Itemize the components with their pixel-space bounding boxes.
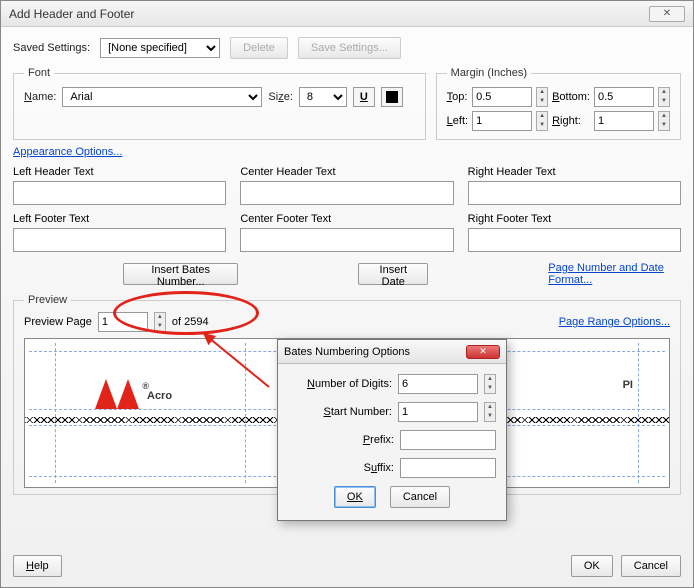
- preview-content: ® Acro: [95, 379, 172, 413]
- spin-icon[interactable]: ▲▼: [658, 87, 670, 107]
- left-header-input[interactable]: [13, 181, 226, 205]
- right-footer-input[interactable]: [468, 228, 681, 252]
- preview-page-label: Preview Page: [24, 316, 92, 328]
- left-header-label: Left Header Text: [13, 166, 226, 178]
- font-fieldset: Font Name: Arial Size: 8 U: [13, 67, 426, 140]
- margin-top-label: Top:: [447, 91, 468, 103]
- digits-input[interactable]: [398, 374, 478, 394]
- save-settings-button[interactable]: Save Settings...: [298, 37, 401, 59]
- preview-content: PI: [623, 379, 633, 391]
- center-footer-input[interactable]: [240, 228, 453, 252]
- header-footer-dialog: Add Header and Footer ✕ Saved Settings: …: [0, 0, 694, 588]
- spin-icon[interactable]: ▲▼: [484, 402, 496, 422]
- margin-top-input[interactable]: [472, 87, 532, 107]
- prefix-label: Prefix:: [302, 434, 394, 446]
- margin-right-label: Right:: [552, 115, 590, 127]
- saved-settings-label: Saved Settings:: [13, 42, 90, 54]
- bates-ok-button[interactable]: OK: [334, 486, 376, 508]
- left-footer-label: Left Footer Text: [13, 213, 226, 225]
- font-name-label: Name:: [24, 91, 56, 103]
- preview-page-input[interactable]: [98, 312, 148, 332]
- page-range-link[interactable]: Page Range Options...: [559, 316, 670, 328]
- center-header-input[interactable]: [240, 181, 453, 205]
- insert-bates-button[interactable]: Insert Bates Number...: [123, 263, 238, 285]
- saved-settings-select[interactable]: [None specified]: [100, 38, 220, 58]
- appearance-options-link[interactable]: Appearance Options...: [13, 146, 122, 158]
- start-label: Start Number:: [300, 406, 392, 418]
- margin-fieldset: Margin (Inches) Top: ▲▼ Bottom: ▲▼ Left:…: [436, 67, 681, 140]
- underline-icon[interactable]: U: [353, 87, 375, 107]
- suffix-input[interactable]: [400, 458, 496, 478]
- center-header-label: Center Header Text: [240, 166, 453, 178]
- cancel-button[interactable]: Cancel: [621, 555, 681, 577]
- help-button[interactable]: Help: [13, 555, 62, 577]
- margin-left-input[interactable]: [472, 111, 532, 131]
- right-header-label: Right Header Text: [468, 166, 681, 178]
- right-footer-label: Right Footer Text: [468, 213, 681, 225]
- prefix-input[interactable]: [400, 430, 496, 450]
- bates-cancel-button[interactable]: Cancel: [390, 486, 450, 508]
- bates-options-dialog: Bates Numbering Options ✕ Number of Digi…: [277, 339, 507, 521]
- titlebar: Add Header and Footer ✕: [1, 1, 693, 27]
- spin-icon[interactable]: ▲▼: [484, 374, 496, 394]
- spin-icon[interactable]: ▲▼: [658, 111, 670, 131]
- spin-icon[interactable]: ▲▼: [536, 111, 548, 131]
- margin-legend: Margin (Inches): [447, 67, 531, 79]
- digits-label: Number of Digits:: [300, 378, 392, 390]
- margin-bottom-label: Bottom:: [552, 91, 590, 103]
- close-icon[interactable]: ✕: [649, 6, 685, 22]
- margin-left-label: Left:: [447, 115, 468, 127]
- preview-legend: Preview: [24, 294, 71, 306]
- start-input[interactable]: [398, 402, 478, 422]
- margin-bottom-input[interactable]: [594, 87, 654, 107]
- adobe-logo-icon: ®: [95, 379, 139, 413]
- preview-total: of 2594: [172, 316, 209, 328]
- center-footer-label: Center Footer Text: [240, 213, 453, 225]
- insert-date-button[interactable]: Insert Date: [358, 263, 428, 285]
- window-title: Add Header and Footer: [9, 7, 134, 21]
- right-header-input[interactable]: [468, 181, 681, 205]
- spin-icon[interactable]: ▲▼: [154, 312, 166, 332]
- page-number-format-link[interactable]: Page Number and Date Format...: [548, 262, 681, 286]
- font-size-label: Size:: [268, 91, 292, 103]
- suffix-label: Suffix:: [302, 462, 394, 474]
- font-name-select[interactable]: Arial: [62, 87, 262, 107]
- ok-button[interactable]: OK: [571, 555, 613, 577]
- bates-dialog-title: Bates Numbering Options: [284, 346, 410, 358]
- close-icon[interactable]: ✕: [466, 345, 500, 359]
- spin-icon[interactable]: ▲▼: [536, 87, 548, 107]
- delete-button[interactable]: Delete: [230, 37, 288, 59]
- font-size-select[interactable]: 8: [299, 87, 347, 107]
- margin-right-input[interactable]: [594, 111, 654, 131]
- font-legend: Font: [24, 67, 54, 79]
- color-icon[interactable]: [381, 87, 403, 107]
- left-footer-input[interactable]: [13, 228, 226, 252]
